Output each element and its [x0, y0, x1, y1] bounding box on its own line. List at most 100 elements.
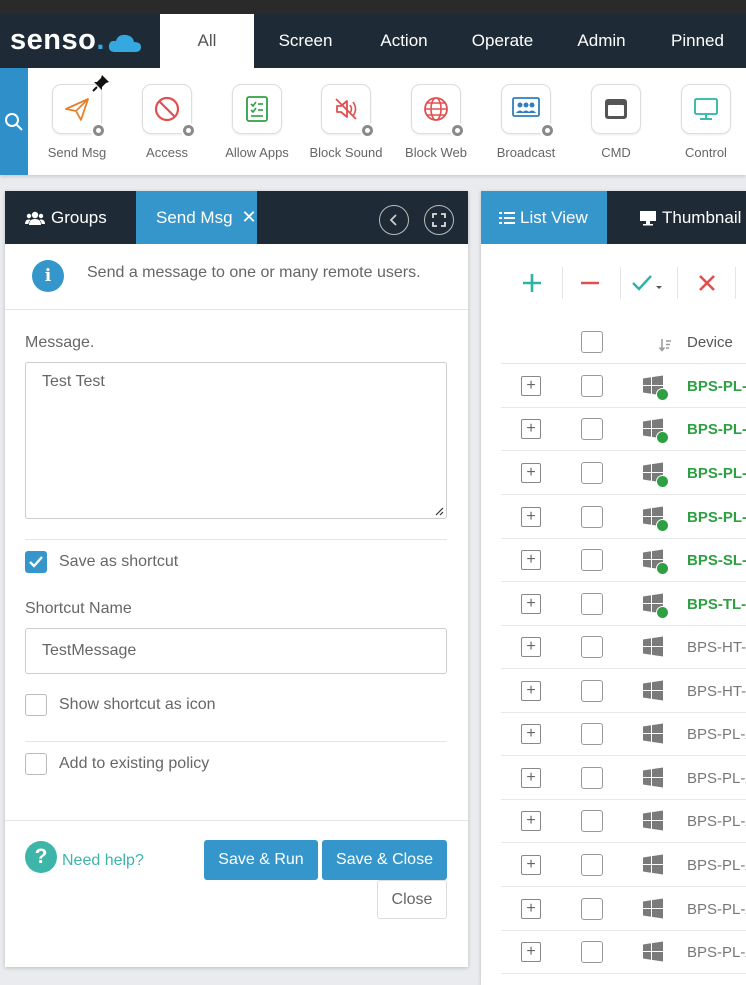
tab-operate[interactable]: Operate: [451, 14, 554, 68]
row-checkbox[interactable]: [581, 549, 603, 571]
add-policy-label[interactable]: Add to existing policy: [59, 755, 209, 773]
row-checkbox[interactable]: [581, 462, 603, 484]
expand-row-icon[interactable]: +: [521, 463, 541, 483]
save-shortcut-label[interactable]: Save as shortcut: [59, 553, 178, 571]
collapse-button[interactable]: [379, 205, 409, 235]
search-toggle[interactable]: [0, 68, 28, 175]
expand-row-icon[interactable]: +: [521, 811, 541, 831]
expand-row-icon[interactable]: +: [521, 681, 541, 701]
device-name[interactable]: BPS-PL-A: [687, 726, 746, 743]
remove-device-button[interactable]: [575, 263, 605, 303]
table-row[interactable]: + BPS-HT-1: [501, 625, 746, 669]
close-tab-icon[interactable]: ✕: [242, 207, 257, 228]
save-close-button[interactable]: Save & Close: [322, 840, 447, 880]
device-name[interactable]: BPS-HT-0: [687, 683, 746, 700]
device-name[interactable]: BPS-PL-D: [687, 465, 746, 482]
table-row[interactable]: + BPS-PL-A: [501, 712, 746, 756]
table-row[interactable]: + BPS-PL-T: [501, 495, 746, 539]
tab-pinned[interactable]: Pinned: [649, 14, 746, 68]
tab-all[interactable]: All: [160, 14, 254, 68]
tool-cmd[interactable]: CMD: [576, 84, 656, 160]
tab-admin[interactable]: Admin: [554, 14, 649, 68]
tab-screen[interactable]: Screen: [254, 14, 357, 68]
table-row[interactable]: + BPS-PL-A: [501, 887, 746, 931]
sort-icon[interactable]: [659, 338, 671, 352]
table-row[interactable]: + BPS-TL-1: [501, 582, 746, 626]
clear-selection-button[interactable]: [692, 263, 722, 303]
device-name[interactable]: BPS-PL-T: [687, 509, 746, 526]
tool-send-msg[interactable]: Send Msg: [37, 75, 117, 160]
row-checkbox[interactable]: [581, 680, 603, 702]
table-row[interactable]: + BPS-PL-D: [501, 451, 746, 495]
close-button[interactable]: Close: [377, 880, 447, 919]
row-checkbox[interactable]: [581, 593, 603, 615]
senso-logo[interactable]: senso.: [10, 24, 143, 57]
add-policy-checkbox[interactable]: [25, 753, 47, 775]
table-row[interactable]: + BPS-PL-A: [501, 799, 746, 843]
device-column-header[interactable]: Device: [687, 334, 733, 351]
table-row[interactable]: + BPS-PL-D: [501, 407, 746, 451]
pin-icon[interactable]: [91, 73, 111, 93]
row-checkbox[interactable]: [581, 941, 603, 963]
device-name[interactable]: BPS-PL-A: [687, 378, 746, 395]
shortcut-name-input[interactable]: TestMessage: [25, 628, 447, 674]
message-textarea[interactable]: Test Test: [25, 362, 447, 519]
row-checkbox[interactable]: [581, 636, 603, 658]
tab-thumbnail[interactable]: Thumbnail: [607, 191, 746, 244]
tool-control[interactable]: Control: [666, 84, 746, 160]
save-shortcut-checkbox[interactable]: [25, 551, 47, 573]
tab-action[interactable]: Action: [357, 14, 451, 68]
row-checkbox[interactable]: [581, 418, 603, 440]
expand-row-icon[interactable]: +: [521, 768, 541, 788]
table-row[interactable]: + BPS-HT-0: [501, 669, 746, 713]
row-checkbox[interactable]: [581, 506, 603, 528]
row-checkbox[interactable]: [581, 854, 603, 876]
device-name[interactable]: BPS-PL-A: [687, 813, 746, 830]
expand-row-icon[interactable]: +: [521, 550, 541, 570]
resize-grip-icon[interactable]: [434, 506, 444, 516]
tool-broadcast[interactable]: Broadcast: [486, 84, 566, 160]
expand-row-icon[interactable]: +: [521, 376, 541, 396]
select-all-checkbox[interactable]: [581, 331, 603, 353]
row-checkbox[interactable]: [581, 898, 603, 920]
expand-row-icon[interactable]: +: [521, 637, 541, 657]
device-name[interactable]: BPS-PL-A: [687, 944, 746, 961]
row-checkbox[interactable]: [581, 767, 603, 789]
device-name[interactable]: BPS-HT-1: [687, 639, 746, 656]
table-row[interactable]: + BPS-PL-A: [501, 930, 746, 974]
device-name[interactable]: BPS-TL-1: [687, 596, 746, 613]
expand-row-icon[interactable]: +: [521, 899, 541, 919]
table-row[interactable]: + BPS-PL-A: [501, 364, 746, 408]
tab-list-view[interactable]: List View: [481, 191, 607, 244]
tool-allow-apps[interactable]: Allow Apps: [217, 84, 297, 160]
table-row[interactable]: + BPS-PL-A: [501, 843, 746, 887]
show-shortcut-icon-checkbox[interactable]: [25, 694, 47, 716]
need-help-link[interactable]: Need help?: [62, 852, 144, 870]
save-run-button[interactable]: Save & Run: [204, 840, 318, 880]
tool-block-web[interactable]: Block Web: [396, 84, 476, 160]
show-shortcut-icon-label[interactable]: Show shortcut as icon: [59, 696, 216, 714]
tab-send-msg[interactable]: Send Msg ✕: [136, 191, 257, 244]
expand-button[interactable]: [424, 205, 454, 235]
tool-block-sound[interactable]: Block Sound: [306, 84, 386, 160]
row-checkbox[interactable]: [581, 723, 603, 745]
help-icon[interactable]: ?: [25, 841, 57, 873]
device-name[interactable]: BPS-PL-A: [687, 901, 746, 918]
row-checkbox[interactable]: [581, 375, 603, 397]
expand-row-icon[interactable]: +: [521, 419, 541, 439]
table-row[interactable]: + BPS-PL-A: [501, 756, 746, 800]
device-name[interactable]: BPS-PL-A: [687, 857, 746, 874]
select-dropdown-button[interactable]: [629, 263, 669, 303]
expand-row-icon[interactable]: +: [521, 594, 541, 614]
expand-row-icon[interactable]: +: [521, 855, 541, 875]
device-name[interactable]: BPS-PL-D: [687, 421, 746, 438]
table-row[interactable]: + BPS-SL-D: [501, 538, 746, 582]
expand-row-icon[interactable]: +: [521, 942, 541, 962]
tab-groups[interactable]: Groups: [5, 191, 136, 244]
add-device-button[interactable]: [517, 263, 547, 303]
expand-row-icon[interactable]: +: [521, 507, 541, 527]
expand-row-icon[interactable]: +: [521, 724, 541, 744]
device-name[interactable]: BPS-SL-D: [687, 552, 746, 569]
row-checkbox[interactable]: [581, 810, 603, 832]
tool-access[interactable]: Access: [127, 84, 207, 160]
